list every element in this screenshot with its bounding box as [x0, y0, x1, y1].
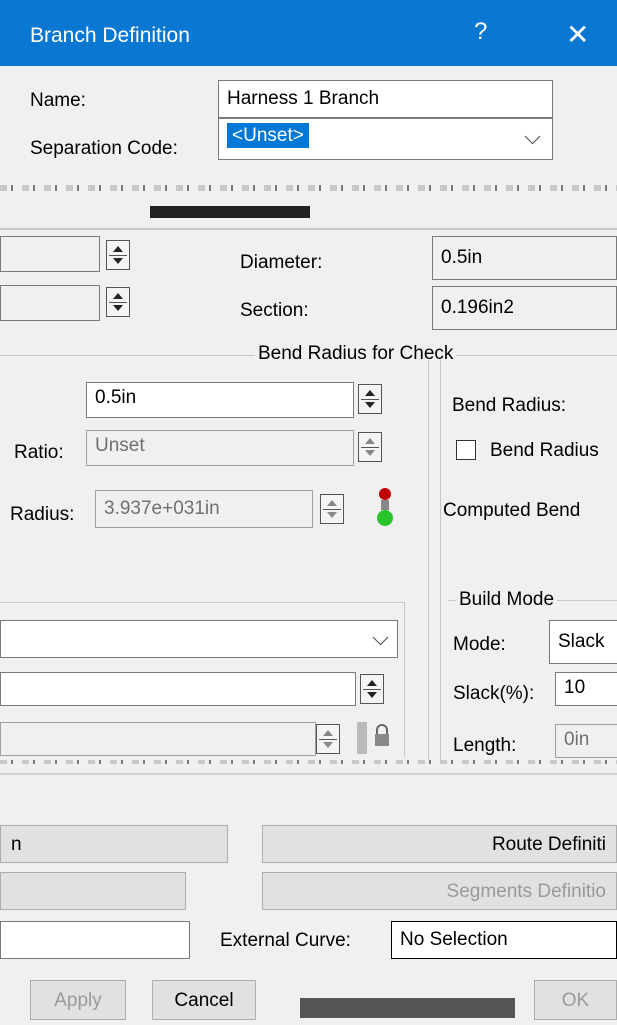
chevron-down-icon: [372, 629, 389, 646]
lock-icon[interactable]: [355, 720, 395, 756]
length-input: 0in: [555, 724, 617, 758]
cancel-button[interactable]: Cancel: [152, 980, 256, 1020]
dialog-title: Branch Definition: [30, 24, 190, 47]
computed-radius-label: Radius:: [10, 504, 75, 525]
lower-input[interactable]: [0, 672, 356, 706]
lower-readonly-input: [0, 722, 316, 756]
computed-bend-label: Computed Bend: [443, 500, 581, 521]
length-label: Length:: [453, 735, 517, 756]
left-field-2[interactable]: [0, 285, 100, 321]
lower-group-border: [0, 602, 404, 603]
ok-button[interactable]: OK: [534, 980, 617, 1020]
slack-label: Slack(%):: [453, 683, 535, 704]
render-artifact: [150, 206, 310, 218]
segments-definition-button[interactable]: Segments Definitio: [262, 872, 617, 910]
lower-spinner[interactable]: [360, 674, 384, 704]
ratio-label: Ratio:: [14, 442, 64, 463]
diameter-value: 0.5in: [432, 236, 617, 280]
spinner-2[interactable]: [106, 287, 130, 317]
lower-group-border: [404, 602, 405, 757]
help-button[interactable]: ?: [474, 18, 487, 46]
lower-readonly-spinner[interactable]: [316, 724, 340, 754]
name-input[interactable]: Harness 1 Branch: [218, 80, 553, 118]
ratio-input[interactable]: Unset: [86, 430, 354, 466]
bend-radius-spinner[interactable]: [358, 384, 382, 414]
divider: [0, 773, 617, 775]
bend-radius-checkbox[interactable]: [456, 440, 476, 460]
bend-radius-input[interactable]: 0.5in: [86, 382, 354, 418]
name-label: Name:: [30, 90, 86, 111]
separation-code-value: <Unset>: [227, 123, 309, 148]
separation-code-label: Separation Code:: [30, 138, 178, 159]
left-field-1[interactable]: [0, 236, 100, 272]
chevron-down-icon: [524, 128, 541, 145]
mode-select[interactable]: Slack: [549, 620, 617, 664]
spinner-1[interactable]: [106, 240, 130, 270]
external-curve-field[interactable]: No Selection: [391, 921, 617, 959]
slack-input[interactable]: 10: [555, 672, 617, 706]
external-curve-label: External Curve:: [220, 930, 351, 951]
mode-label: Mode:: [453, 634, 506, 655]
render-artifact: [300, 998, 515, 1018]
lower-select[interactable]: [0, 620, 398, 658]
segment-left-button[interactable]: [0, 872, 186, 910]
section-label: Section:: [240, 300, 309, 321]
route-left-button[interactable]: n: [0, 825, 228, 863]
left-selection-field[interactable]: [0, 921, 190, 959]
bend-group-title: Bend Radius for Check: [255, 343, 457, 365]
render-artifact: [0, 760, 617, 764]
bend-radius-checkbox-label: Bend Radius: [490, 440, 599, 461]
bend-radius-label: Bend Radius:: [452, 395, 567, 416]
render-artifact: [0, 185, 617, 191]
apply-button[interactable]: Apply: [30, 980, 126, 1020]
section-value: 0.196in2: [432, 286, 617, 330]
separation-code-select[interactable]: <Unset>: [218, 118, 553, 160]
divider: [0, 228, 617, 230]
traffic-light-icon: [375, 486, 395, 530]
computed-radius-value: 3.937e+031in: [95, 490, 313, 528]
build-mode-title: Build Mode: [456, 589, 558, 611]
route-definition-button[interactable]: Route Definiti: [262, 825, 617, 863]
computed-radius-spinner[interactable]: [320, 494, 344, 524]
title-bar: Branch Definition ? ✕: [0, 0, 617, 66]
close-button[interactable]: ✕: [566, 18, 589, 51]
vertical-divider: [428, 360, 429, 760]
diameter-label: Diameter:: [240, 252, 323, 273]
ratio-spinner[interactable]: [358, 432, 382, 462]
vertical-divider: [440, 360, 441, 760]
